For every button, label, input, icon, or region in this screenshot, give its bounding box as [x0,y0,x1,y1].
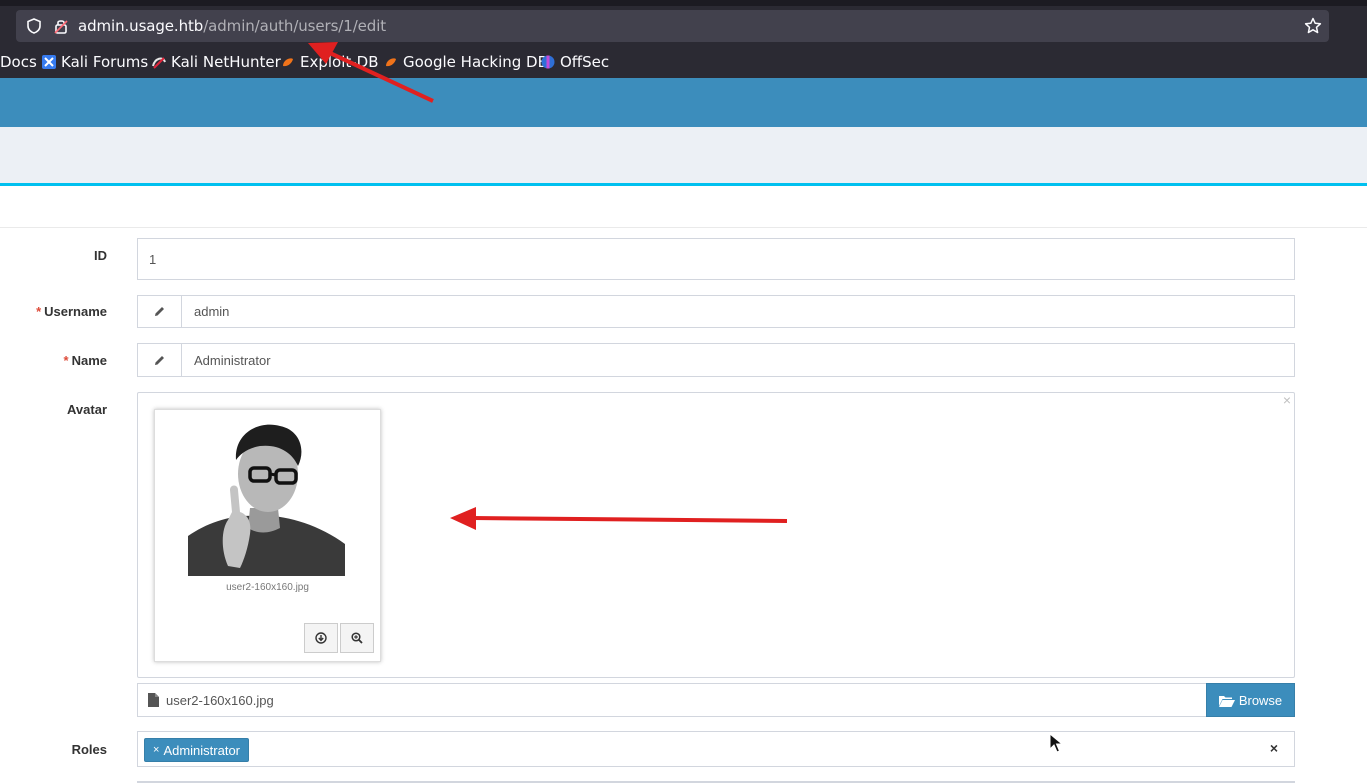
bookmark-kali-forums[interactable]: Kali Forums [41,52,148,72]
id-label: ID [94,248,107,263]
bookmark-label: OffSec [560,53,610,71]
role-tag-label: Administrator [163,742,241,758]
lock-insecure-icon[interactable] [52,17,70,35]
avatar-image [188,416,345,576]
bookmark-exploit-db[interactable]: Exploit-DB [280,52,379,72]
avatar-thumbnail: user2-160x160.jpg [154,409,381,662]
form-divider [0,227,1367,228]
pencil-icon [155,355,164,365]
folder-open-icon [1218,695,1235,707]
tab-strip-edge [0,0,1367,6]
kali-forums-icon [42,55,56,69]
id-label-text: ID [94,248,107,263]
username-label: * Username [36,304,107,319]
url-text[interactable]: admin.usage.htb/admin/auth/users/1/edit [78,17,386,35]
address-bar[interactable]: admin.usage.htb/admin/auth/users/1/edit [16,10,1329,42]
shield-icon[interactable] [25,17,43,35]
box-top-border [0,183,1367,186]
bookmark-docs[interactable]: Docs [0,52,37,72]
browse-button[interactable]: Browse [1206,683,1295,717]
admin-top-navbar [0,78,1367,127]
bookmark-offsec[interactable]: OffSec [540,52,609,72]
bookmark-label: Docs [0,53,37,71]
browser-chrome: admin.usage.htb/admin/auth/users/1/edit … [0,0,1367,78]
roles-select[interactable]: × Administrator × [137,731,1295,767]
username-value: admin [194,304,230,319]
name-label-text: Name [71,353,107,368]
download-icon [315,632,327,644]
avatar-preview-box: × user2-160x160.jpg [137,392,1295,678]
avatar-file-input[interactable]: user2-160x160.jpg Browse [137,683,1295,717]
bookmark-label: Google Hacking DB [403,53,548,71]
avatar-label: Avatar [67,402,107,417]
id-field: 1 [137,238,1295,280]
roles-label: Roles [72,742,107,757]
username-label-text: Username [44,304,107,319]
offsec-icon [541,55,555,69]
zoom-button[interactable] [340,623,374,653]
avatar-caption: user2-160x160.jpg [226,582,309,593]
content-header [0,127,1367,183]
file-icon [148,693,159,707]
download-button[interactable] [304,623,338,653]
exploit-db-icon [283,58,293,67]
bookmarks-toolbar: Docs Kali Forums Kali NetHunter Exploit-… [0,46,1367,76]
url-path: /admin/auth/users/1/edit [203,17,387,35]
id-value: 1 [149,252,157,267]
username-input[interactable]: admin [182,296,229,327]
bookmark-google-hacking-db[interactable]: Google Hacking DB [383,52,548,72]
role-tag: × Administrator [144,738,250,762]
exploit-db-icon [386,58,396,67]
kali-nethunter-icon [152,57,166,69]
bookmark-label: Kali Forums [61,53,149,71]
roles-label-text: Roles [71,742,107,757]
remove-avatar-button[interactable]: × [1283,392,1291,408]
mouse-cursor-icon [1049,733,1063,753]
name-value: Administrator [194,352,271,368]
name-label: * Name [64,353,107,368]
username-addon [138,296,182,327]
pencil-icon [155,307,164,316]
avatar-label-text: Avatar [67,402,107,417]
bookmark-star-icon[interactable] [1303,16,1323,36]
bookmark-kali-nethunter[interactable]: Kali NetHunter [151,52,281,72]
remove-role-button[interactable]: × [153,744,159,756]
url-host: admin.usage.htb [78,17,204,35]
zoom-in-icon [351,632,363,644]
bookmark-label: Exploit-DB [300,53,379,71]
username-field[interactable]: admin [137,295,1295,328]
avatar-file-name: user2-160x160.jpg [166,693,274,708]
browse-label: Browse [1238,692,1283,708]
name-addon [138,344,182,376]
required-marker: * [63,353,69,368]
name-field[interactable]: Administrator [137,343,1295,377]
clear-roles-button[interactable]: × [1270,740,1278,756]
bookmark-label: Kali NetHunter [171,53,281,71]
required-marker: * [36,304,42,319]
name-input[interactable]: Administrator [182,344,271,376]
